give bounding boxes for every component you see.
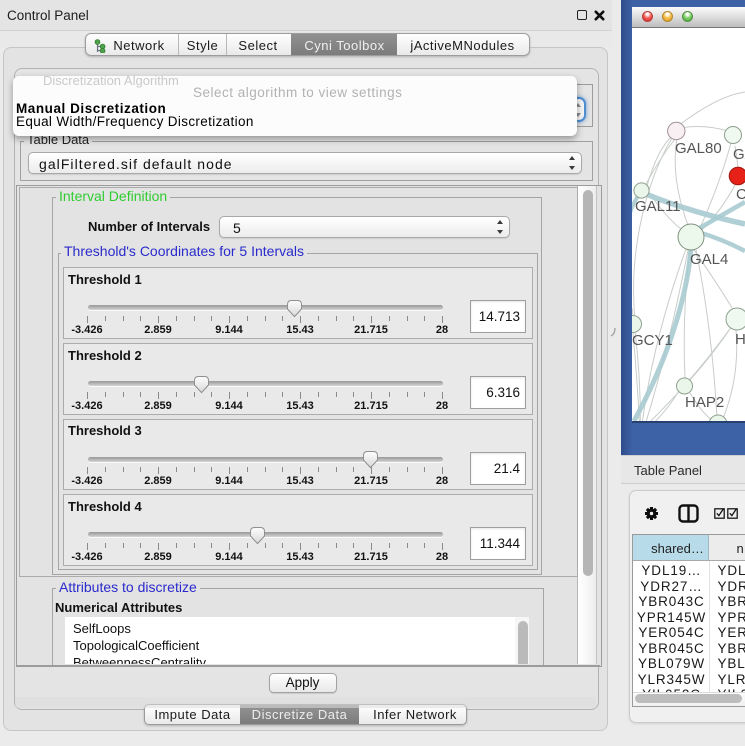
- svg-text:GAL11: GAL11: [635, 198, 681, 215]
- svg-text:GCY1: GCY1: [632, 332, 673, 349]
- svg-text:C: C: [736, 186, 745, 203]
- svg-text:HAP2: HAP2: [685, 394, 724, 411]
- svg-text:GAL80: GAL80: [675, 140, 722, 157]
- svg-text:GA: GA: [733, 146, 745, 163]
- svg-text:GAL4: GAL4: [690, 251, 728, 268]
- svg-text:H: H: [735, 331, 745, 348]
